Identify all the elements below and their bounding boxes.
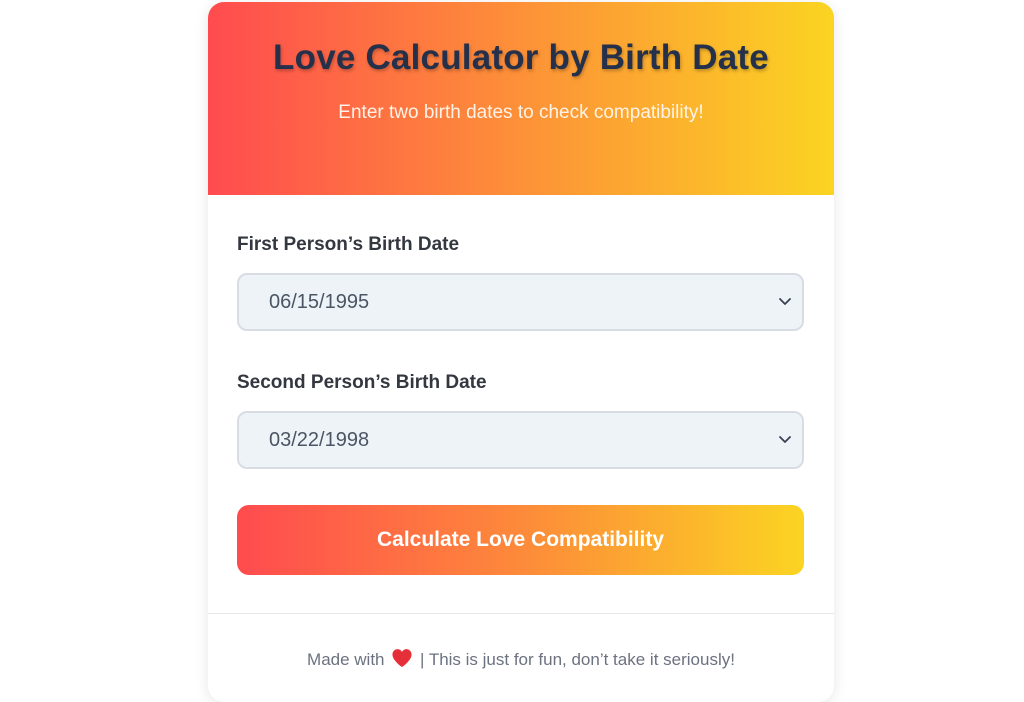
second-date-select[interactable]: 03/22/1998 <box>237 411 804 469</box>
date-form: First Person’s Birth Date 06/15/1995 Sec… <box>208 195 834 575</box>
first-date-select[interactable]: 06/15/1995 <box>237 273 804 331</box>
second-date-value: 03/22/1998 <box>269 429 370 451</box>
footer-disclaimer: | This is just for fun, don’t take it se… <box>419 650 735 669</box>
first-date-label: First Person’s Birth Date <box>237 234 460 255</box>
page-subtitle: Enter two birth dates to check compatibi… <box>338 102 704 123</box>
second-date-label: Second Person’s Birth Date <box>237 372 487 393</box>
footer-made-with: Made with <box>307 650 385 669</box>
footer-note: Made with | This is just for fun, don’t … <box>208 614 834 670</box>
first-date-value: 06/15/1995 <box>269 291 370 313</box>
chevron-down-icon <box>779 298 791 305</box>
chevron-down-icon <box>779 436 791 443</box>
page-title: Love Calculator by Birth Date <box>273 38 769 77</box>
heart-icon <box>392 649 412 668</box>
love-calculator-card: Love Calculator by Birth Date Enter two … <box>208 2 834 702</box>
calculate-button[interactable]: Calculate Love Compatibility <box>237 505 804 575</box>
header-banner: Love Calculator by Birth Date Enter two … <box>208 2 834 195</box>
